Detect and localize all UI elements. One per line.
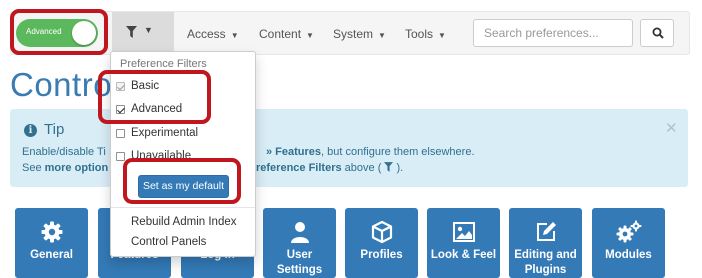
tip-more-options-link[interactable]: more option: [45, 162, 109, 174]
chevron-down-icon: ▼: [306, 31, 314, 40]
tile-label: Profiles: [360, 249, 403, 261]
chevron-down-icon: ▼: [378, 31, 386, 40]
filter-unavailable[interactable]: Unavailable: [116, 150, 191, 162]
tip-text-part: , but configure them elsewhere.: [321, 146, 475, 158]
close-icon[interactable]: ✕: [665, 119, 678, 137]
checkbox-basic[interactable]: [116, 81, 125, 91]
menu-tools-label: Tools: [405, 27, 434, 41]
filter-experimental[interactable]: Experimental: [116, 127, 198, 139]
filter-basic[interactable]: Basic: [116, 80, 159, 92]
tip-title: Tip: [44, 121, 65, 138]
tip-text-part: above (: [341, 162, 385, 174]
tip-text-line-2: See more option: [22, 162, 108, 174]
preference-filters-dropdown: Preference Filters Basic Advanced Experi…: [110, 51, 256, 257]
dropdown-header: Preference Filters: [120, 58, 207, 70]
tile-label: Modules: [605, 249, 652, 261]
cogs-icon: [592, 220, 665, 244]
tile-look-and-feel[interactable]: Look & Feel: [427, 208, 500, 278]
dropdown-divider: [111, 207, 255, 208]
cube-icon: [345, 220, 418, 244]
tile-label: General: [30, 249, 73, 261]
tip-text-line-1: Enable/disable Ti: [22, 146, 106, 158]
tile-label: Editing and Plugins: [514, 249, 577, 276]
tile-label: Look & Feel: [430, 249, 497, 261]
tip-features-link[interactable]: » Features: [266, 146, 321, 158]
tile-modules[interactable]: Modules: [592, 208, 665, 278]
edit-icon: [509, 220, 582, 244]
filter-advanced[interactable]: Advanced: [116, 103, 182, 115]
chevron-down-icon: ▼: [144, 25, 153, 35]
checkbox-unavailable[interactable]: [116, 151, 125, 161]
tile-general[interactable]: General: [15, 208, 88, 278]
control-panels-link[interactable]: Control Panels: [131, 236, 206, 248]
advanced-mode-toggle[interactable]: Advanced: [16, 19, 98, 47]
chevron-down-icon: ▼: [230, 31, 239, 40]
set-as-default-button[interactable]: Set as my default: [138, 175, 229, 198]
tip-text-part: ).: [393, 162, 404, 174]
info-icon: i: [24, 124, 37, 137]
tile-user-settings[interactable]: User Settings: [263, 208, 336, 278]
filter-label: Experimental: [131, 127, 199, 139]
preference-filter-button[interactable]: ▼: [112, 12, 174, 54]
toggle-knob: [72, 21, 96, 45]
menu-content[interactable]: Content ▼: [259, 27, 314, 41]
filter-label: Basic: [131, 80, 160, 92]
tile-label: User Settings: [276, 249, 323, 276]
tip-preference-filters-text: reference Filters: [256, 162, 342, 174]
menu-tools[interactable]: Tools ▼: [405, 27, 446, 41]
tip-heading: i Tip: [24, 121, 64, 138]
page-title: Contro: [10, 66, 113, 103]
search-input[interactable]: [473, 19, 633, 47]
tile-profiles[interactable]: Profiles: [345, 208, 418, 278]
filter-label: Unavailable: [131, 150, 192, 162]
tip-text-part: See: [22, 162, 45, 174]
tip-text-part: Enable/disable Ti: [22, 146, 106, 158]
tip-text-line-1-right: » Features, but configure them elsewhere…: [266, 146, 475, 158]
menu-content-label: Content: [259, 27, 302, 41]
rebuild-admin-index-link[interactable]: Rebuild Admin Index: [131, 216, 236, 228]
tip-text-line-2-right: reference Filters above ( ).: [256, 162, 403, 174]
toggle-label: Advanced: [26, 27, 62, 36]
search-icon: [652, 27, 664, 39]
image-icon: [427, 220, 500, 244]
checkbox-experimental[interactable]: [116, 128, 125, 138]
checkbox-advanced[interactable]: [116, 104, 125, 114]
menu-access-label: Access: [187, 27, 226, 41]
gear-icon: [15, 220, 88, 244]
menu-system[interactable]: System ▼: [333, 27, 386, 41]
menu-system-label: System: [333, 27, 374, 41]
filter-icon: [126, 26, 137, 38]
search-button[interactable]: [640, 19, 674, 47]
user-icon: [263, 220, 336, 244]
chevron-down-icon: ▼: [438, 31, 446, 40]
filter-label: Advanced: [131, 103, 183, 115]
tile-editing-and-plugins[interactable]: Editing and Plugins: [509, 208, 582, 278]
menu-access[interactable]: Access ▼: [187, 27, 239, 41]
